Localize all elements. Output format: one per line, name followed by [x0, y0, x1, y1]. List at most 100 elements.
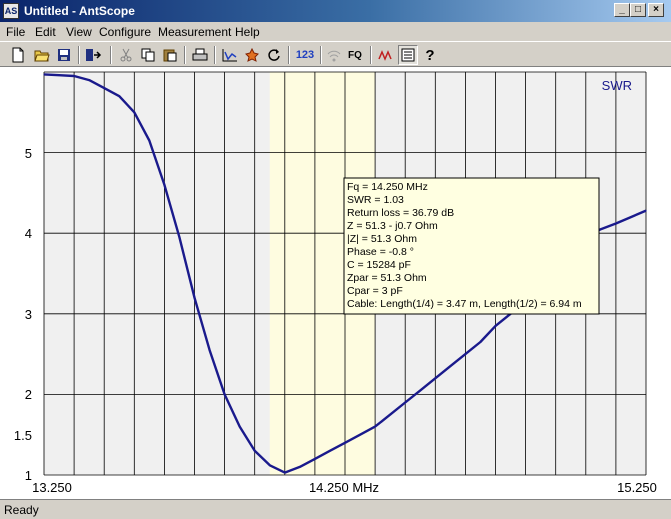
maximize-button[interactable]: □	[630, 3, 646, 17]
series-point	[630, 216, 632, 218]
star-button[interactable]	[242, 45, 262, 65]
export-button[interactable]	[84, 45, 104, 65]
window-title: Untitled - AntScope	[24, 4, 135, 18]
wireless-icon	[327, 50, 341, 62]
series-point	[284, 471, 286, 474]
star-icon	[245, 48, 259, 62]
series-point	[479, 341, 482, 343]
series-point	[254, 450, 256, 452]
help-icon: ?	[425, 46, 435, 64]
save-icon	[58, 49, 70, 61]
menu-configure[interactable]: Configure	[99, 25, 151, 39]
series-point	[359, 434, 361, 436]
print-button[interactable]	[190, 45, 210, 65]
menu-file[interactable]: File	[6, 25, 25, 39]
menu-help[interactable]: Help	[235, 25, 260, 39]
series-point	[133, 111, 135, 113]
series-point	[464, 353, 466, 355]
series-point	[374, 426, 376, 428]
series-point	[193, 297, 196, 299]
y-tick-label: 2	[25, 387, 32, 402]
paste-icon	[163, 49, 177, 62]
x-tick-label: 15.250	[617, 480, 657, 495]
digits-button[interactable]: 123	[294, 45, 316, 65]
cut-icon	[120, 48, 132, 62]
refresh-button[interactable]	[264, 45, 284, 65]
maximize-icon: □	[634, 4, 642, 15]
tooltip-line: Z = 51.3 - j0.7 Ohm	[347, 220, 438, 232]
series-point	[73, 75, 75, 77]
series-point	[344, 442, 346, 444]
paste-button[interactable]	[160, 45, 180, 65]
tooltip-line: Cpar = 3 pF	[347, 285, 403, 297]
minimize-button[interactable]: _	[614, 3, 630, 17]
minimize-icon: _	[619, 4, 625, 15]
x-tick-label: 14.250 MHz	[309, 480, 379, 495]
series-point	[600, 228, 602, 230]
copy-button[interactable]	[138, 45, 158, 65]
swr-chart[interactable]: 1 1.5 2 3 4 5 13.250 14.250 MHz 15.250 SWR Fq = 14…	[0, 67, 671, 499]
series-point	[314, 458, 316, 460]
series-point	[88, 79, 90, 81]
tooltip-line: Cable: Length(1/4) = 3.47 m, Length(1/2)…	[347, 298, 582, 310]
series-point	[389, 413, 391, 416]
series-point	[224, 393, 226, 395]
menu-edit[interactable]: Edit	[35, 25, 56, 39]
list-button[interactable]	[398, 45, 418, 65]
tooltip-line: Fq = 14.250 MHz	[347, 181, 428, 193]
series-point	[58, 74, 60, 76]
list-icon	[401, 48, 415, 62]
chart-button[interactable]	[220, 45, 240, 65]
new-button[interactable]	[8, 45, 28, 65]
tooltip-line: |Z| = 51.3 Ohm	[347, 233, 417, 245]
close-icon: ×	[653, 4, 659, 15]
copy-icon	[141, 48, 155, 62]
fq-icon: FQ	[348, 49, 362, 61]
graph-icon	[378, 50, 392, 61]
x-tick-label: 13.250	[32, 480, 72, 495]
series-point	[208, 349, 211, 351]
y-tick-label: 3	[25, 307, 32, 322]
app-icon[interactable]: AS	[3, 3, 19, 19]
title-bar[interactable]: AS Untitled - AntScope _ □ ×	[0, 0, 671, 22]
series-point	[163, 184, 165, 186]
save-button[interactable]	[54, 45, 74, 65]
series-point	[419, 389, 421, 391]
app-window: AS Untitled - AntScope _ □ × File Edit V…	[0, 0, 671, 519]
graph-button[interactable]	[376, 45, 396, 65]
menu-bar: File Edit View Configure Measurement Hel…	[0, 22, 671, 41]
help-button[interactable]: ?	[420, 45, 440, 65]
chart-icon	[222, 49, 237, 62]
series-point	[118, 95, 120, 97]
tooltip-line: Zpar = 51.3 Ohm	[347, 272, 427, 284]
series-point	[494, 325, 497, 327]
tooltip-line: Phase = -0.8 °	[347, 246, 414, 258]
cut-button[interactable]	[116, 45, 136, 65]
series-point	[449, 365, 451, 367]
y-tick-label: 1.5	[14, 428, 32, 443]
y-tick-label: 1	[25, 468, 32, 483]
swr-plot-area[interactable]: 1 1.5 2 3 4 5 13.250 14.250 MHz 15.250 SWR Fq = 14…	[0, 67, 671, 499]
tooltip-line: SWR = 1.03	[347, 194, 404, 206]
series-point	[645, 210, 647, 212]
status-bar: Ready	[0, 499, 671, 519]
open-button[interactable]	[32, 45, 52, 65]
close-button[interactable]: ×	[648, 3, 664, 17]
print-icon	[192, 48, 208, 61]
series-point	[615, 222, 617, 225]
digits-icon: 123	[295, 49, 315, 61]
status-text: Ready	[4, 503, 39, 517]
series-point	[103, 87, 105, 89]
wireless-button[interactable]	[324, 45, 344, 65]
legend-swr: SWR	[602, 78, 632, 93]
menu-view[interactable]: View	[66, 25, 92, 39]
fq-button[interactable]: FQ	[344, 45, 366, 65]
series-point	[329, 450, 331, 452]
series-point	[43, 73, 45, 76]
menu-measurement[interactable]: Measurement	[158, 25, 231, 39]
toolbar: 123 FQ ?	[0, 41, 671, 67]
series-point	[269, 464, 271, 466]
series-point	[404, 401, 406, 404]
open-icon	[34, 50, 50, 62]
tooltip-line: C = 15284 pF	[347, 259, 411, 271]
